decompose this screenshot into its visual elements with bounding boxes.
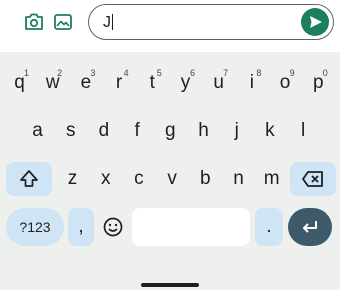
key-w[interactable]: w2 bbox=[37, 66, 68, 100]
shift-key[interactable] bbox=[6, 162, 52, 196]
key-r[interactable]: r4 bbox=[104, 66, 135, 100]
key-label: b bbox=[200, 168, 211, 189]
shift-icon bbox=[20, 170, 38, 187]
key-o[interactable]: o9 bbox=[270, 66, 301, 100]
key-q[interactable]: q1 bbox=[4, 66, 35, 100]
key-label: a bbox=[32, 120, 43, 141]
enter-key[interactable] bbox=[288, 208, 332, 246]
key-c[interactable]: c bbox=[123, 162, 154, 196]
key-m[interactable]: m bbox=[256, 162, 287, 196]
key-k[interactable]: k bbox=[254, 114, 285, 148]
key-b[interactable]: b bbox=[190, 162, 221, 196]
key-label: t bbox=[149, 72, 155, 93]
emoji-key[interactable] bbox=[98, 208, 128, 246]
gallery-icon[interactable] bbox=[52, 11, 74, 33]
key-number-hint: 0 bbox=[322, 68, 328, 78]
backspace-key[interactable] bbox=[290, 162, 336, 196]
key-label: m bbox=[263, 168, 280, 189]
message-input[interactable]: J bbox=[88, 4, 334, 40]
compose-bar: J bbox=[0, 0, 340, 44]
key-number-hint: 1 bbox=[23, 68, 29, 78]
key-l[interactable]: l bbox=[288, 114, 319, 148]
key-label: d bbox=[98, 120, 110, 141]
camera-icon[interactable] bbox=[23, 11, 45, 33]
key-s[interactable]: s bbox=[55, 114, 86, 148]
key-x[interactable]: x bbox=[90, 162, 121, 196]
key-label: h bbox=[198, 120, 209, 141]
key-label: x bbox=[100, 168, 111, 189]
key-label: z bbox=[67, 168, 78, 189]
key-d[interactable]: d bbox=[88, 114, 119, 148]
key-label: l bbox=[300, 120, 306, 141]
message-text: J bbox=[103, 14, 113, 31]
key-label: c bbox=[134, 168, 144, 189]
key-a[interactable]: a bbox=[22, 114, 53, 148]
key-f[interactable]: f bbox=[122, 114, 153, 148]
symbols-key[interactable]: ?123 bbox=[6, 208, 64, 246]
key-label: g bbox=[165, 120, 176, 141]
key-label: f bbox=[134, 120, 140, 141]
key-label: k bbox=[265, 120, 275, 141]
key-label: j bbox=[234, 120, 239, 141]
key-number-hint: 3 bbox=[90, 68, 96, 78]
space-key[interactable] bbox=[132, 208, 250, 246]
key-g[interactable]: g bbox=[155, 114, 186, 148]
key-number-hint: 5 bbox=[156, 68, 162, 78]
emoji-icon bbox=[103, 217, 123, 237]
send-button[interactable] bbox=[301, 8, 329, 36]
key-i[interactable]: i8 bbox=[236, 66, 267, 100]
key-p[interactable]: p0 bbox=[303, 66, 334, 100]
key-v[interactable]: v bbox=[157, 162, 188, 196]
key-label: y bbox=[180, 72, 191, 93]
key-label: r bbox=[115, 72, 123, 93]
key-u[interactable]: u7 bbox=[203, 66, 234, 100]
key-number-hint: 7 bbox=[223, 68, 229, 78]
backspace-icon bbox=[302, 171, 323, 187]
key-e[interactable]: e3 bbox=[70, 66, 101, 100]
key-label: n bbox=[233, 168, 244, 189]
comma-key[interactable]: , bbox=[68, 208, 94, 246]
send-icon bbox=[310, 16, 322, 28]
key-t[interactable]: t5 bbox=[137, 66, 168, 100]
keyboard: q1w2e3r4t5y6u7i8o9p0 asdfghjkl zxcvbnm ?… bbox=[0, 52, 340, 290]
key-z[interactable]: z bbox=[57, 162, 88, 196]
key-number-hint: 2 bbox=[57, 68, 63, 78]
key-label: i bbox=[249, 72, 254, 93]
key-number-hint: 4 bbox=[123, 68, 129, 78]
key-label: v bbox=[167, 168, 177, 189]
key-h[interactable]: h bbox=[188, 114, 219, 148]
key-n[interactable]: n bbox=[223, 162, 254, 196]
key-number-hint: 9 bbox=[289, 68, 295, 78]
key-y[interactable]: y6 bbox=[170, 66, 201, 100]
text-caret bbox=[112, 14, 113, 30]
key-j[interactable]: j bbox=[221, 114, 252, 148]
period-key[interactable]: . bbox=[255, 208, 283, 246]
key-number-hint: 6 bbox=[189, 68, 195, 78]
enter-icon bbox=[303, 221, 317, 233]
gesture-nav-bar[interactable] bbox=[141, 283, 199, 287]
key-label: s bbox=[65, 120, 76, 141]
key-number-hint: 8 bbox=[256, 68, 262, 78]
